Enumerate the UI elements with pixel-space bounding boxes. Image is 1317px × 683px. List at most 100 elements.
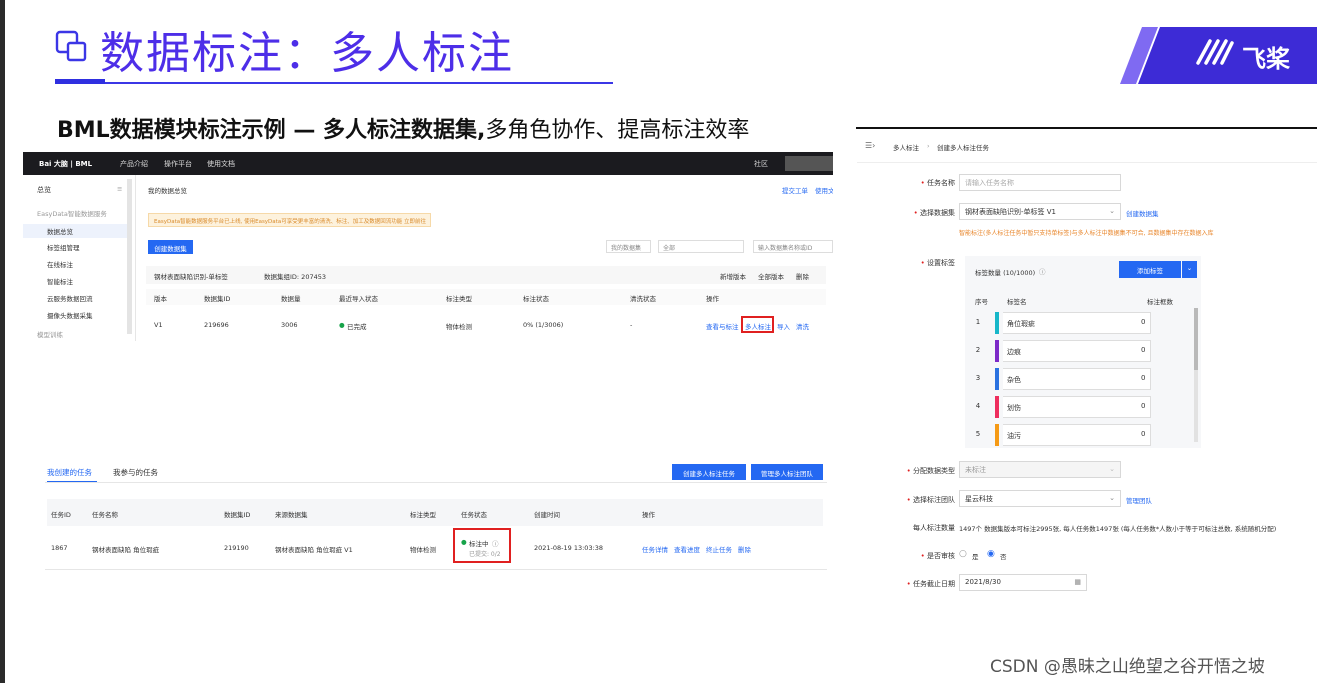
label-deadline: 任务截止日期	[913, 580, 955, 588]
label-task-name: 任务名称	[927, 179, 955, 187]
dataset-select[interactable]: 钢材表面缺陷识别-单标签 V1 ⌄	[959, 203, 1121, 220]
link-ticket[interactable]: 提交工单	[782, 185, 808, 195]
all-versions-link[interactable]: 全部版本	[758, 271, 784, 281]
user-avatar[interactable]	[785, 156, 833, 171]
tag-color-bar	[995, 424, 999, 446]
tag-count-value: 0	[1141, 374, 1146, 382]
delete-link[interactable]: 删除	[796, 271, 809, 281]
tag-name[interactable]: 杂色	[1003, 368, 1151, 390]
chevron-down-icon: ⌄	[1109, 494, 1115, 502]
tag-index: 4	[975, 402, 981, 410]
view-label-link[interactable]: 查看与标注	[706, 321, 739, 331]
sidebar-item-model-train[interactable]: 模型训练	[37, 329, 63, 339]
radio-yes[interactable]: ○	[959, 549, 967, 559]
add-version-link[interactable]: 新增版本	[720, 271, 746, 281]
nav-item-platform[interactable]: 操作平台	[164, 159, 192, 169]
info-icon[interactable]: ⓘ	[1039, 266, 1046, 276]
task-id: 1867	[51, 544, 68, 552]
manage-team-link[interactable]: 管理团队	[1126, 495, 1152, 505]
search-input[interactable]: 输入数据集名称或ID	[753, 240, 833, 253]
subtitle: BML数据模块标注示例 — 多人标注数据集,多角色协作、提高标注效率	[57, 116, 749, 146]
create-dataset-link[interactable]: 创建数据集	[1126, 208, 1159, 218]
task-source: 钢材表面缺陷 角位瑕疵 V1	[275, 546, 353, 554]
tag-col-name: 标签名	[1007, 298, 1027, 306]
tag-index: 1	[975, 318, 981, 326]
import-link[interactable]: 导入	[777, 321, 790, 331]
label-dataset: 选择数据集	[920, 209, 955, 217]
breadcrumb-multi[interactable]: 多人标注	[893, 142, 919, 152]
radio-no[interactable]: ◉	[987, 549, 995, 559]
task-delete-link[interactable]: 删除	[738, 544, 751, 554]
label-dist: 分配数据类型	[913, 467, 955, 475]
task-name-input[interactable]: 请输入任务名称	[959, 174, 1121, 191]
calendar-icon[interactable]: ▦	[1074, 578, 1081, 586]
dist-select[interactable]: 未标注 ⌄	[959, 461, 1121, 478]
tag-name-text: 划伤	[1007, 404, 1021, 412]
create-task-screenshot: ☰› 多人标注 › 创建多人标注任务 • 任务名称 请输入任务名称 • 选择数据…	[857, 132, 1317, 600]
create-dataset-button[interactable]: 创建数据集	[148, 240, 193, 254]
create-task-button[interactable]: 创建多人标注任务	[672, 464, 746, 480]
tag-col-count: 标注框数	[1147, 298, 1173, 306]
row-status: 0% (1/3006)	[523, 321, 564, 329]
type-select[interactable]: 全部	[658, 240, 744, 253]
tag-row: 3 杂色 0	[973, 362, 1213, 390]
breadcrumb: 我的数据总览	[148, 187, 187, 195]
nav-item-community[interactable]: 社区	[754, 159, 768, 169]
task-name: 钢材表面缺陷 角位瑕疵	[92, 546, 160, 554]
nav-item-docs[interactable]: 使用文档	[207, 159, 235, 169]
tab-my-joined[interactable]: 我参与的任务	[113, 467, 158, 478]
sidebar-item-data-reflow[interactable]: 云服务数据回流	[47, 293, 93, 303]
tab-my-created[interactable]: 我创建的任务	[47, 467, 92, 478]
tag-panel: 标签数量 (10/1000) ⓘ 添加标签 ⌄ 序号 标签名 标注框数 1 角位瑕…	[965, 256, 1201, 448]
clean-link[interactable]: 清洗	[796, 321, 809, 331]
sidebar-item-dataset-overview[interactable]: 数据总览	[47, 226, 73, 236]
task-detail-link[interactable]: 任务详情	[642, 544, 668, 554]
label-review: 是否审核	[927, 552, 955, 560]
nav-item-intro[interactable]: 产品介绍	[120, 159, 148, 169]
task-dataset-id: 219190	[224, 544, 249, 552]
status-dot-icon: ●	[339, 321, 345, 329]
team-select-value: 星云科技	[965, 495, 993, 503]
sidebar-item-smart-label[interactable]: 智能标注	[47, 276, 73, 286]
tag-name[interactable]: 油污	[1003, 424, 1151, 446]
tag-color-bar	[995, 340, 999, 362]
sidebar-item-easydata[interactable]: EasyData智能数据服务	[37, 208, 107, 218]
col-task-id: 任务ID	[51, 511, 71, 519]
tag-name[interactable]: 边痕	[1003, 340, 1151, 362]
sidebar-item-online-label[interactable]: 在线标注	[47, 259, 73, 269]
team-select[interactable]: 星云科技 ⌄	[959, 490, 1121, 507]
tag-row: 4 划伤 0	[973, 390, 1213, 418]
col-task-status: 任务状态	[461, 511, 487, 519]
slide-title: 数据标注：多人标注	[100, 28, 514, 79]
sidebar-item-label-groups[interactable]: 标签组管理	[47, 242, 80, 252]
manage-team-button[interactable]: 管理多人标注团队	[751, 464, 823, 480]
add-tag-button[interactable]: 添加标签	[1119, 261, 1181, 278]
filter-select[interactable]: 我的数据集	[606, 240, 651, 253]
col-clean: 清洗状态	[630, 295, 656, 303]
tag-name-text: 角位瑕疵	[1007, 320, 1035, 328]
tag-count-value: 0	[1141, 430, 1146, 438]
tag-name[interactable]: 角位瑕疵	[1003, 312, 1151, 334]
task-type: 物体检测	[410, 546, 436, 554]
menu-icon[interactable]: ☰›	[865, 141, 875, 150]
task-progress-link[interactable]: 查看进度	[674, 544, 700, 554]
deadline-input[interactable]: 2021/8/30 ▦	[959, 574, 1087, 591]
col-created: 创建时间	[534, 511, 560, 519]
tag-row: 2 边痕 0	[973, 334, 1213, 362]
dataset-main: 我的数据总览 提交工单 使用文 EasyData智能数据服务平台已上线, 使用E…	[136, 175, 833, 341]
row-id: 219696	[204, 321, 229, 329]
link-docs[interactable]: 使用文	[815, 185, 833, 195]
tag-name-text: 边痕	[1007, 348, 1021, 356]
sidebar-item-camera[interactable]: 摄像头数据采集	[47, 310, 93, 320]
tag-name[interactable]: 划伤	[1003, 396, 1151, 418]
task-stop-link[interactable]: 终止任务	[706, 544, 732, 554]
menu-fold-icon[interactable]: ≡	[117, 185, 122, 193]
tag-count-value: 0	[1141, 402, 1146, 410]
tag-scrollbar[interactable]	[1194, 308, 1198, 442]
tag-count-value: 0	[1141, 318, 1146, 326]
subtitle-rule	[856, 127, 1317, 129]
left-edge-bar	[0, 0, 5, 683]
sidebar-overview[interactable]: 总览	[37, 185, 51, 195]
dataset-header: 钢材表面缺陷识别-单标签 数据集组ID: 207453 新增版本 全部版本 删除	[146, 266, 826, 284]
add-tag-dropdown-icon[interactable]: ⌄	[1182, 261, 1197, 278]
